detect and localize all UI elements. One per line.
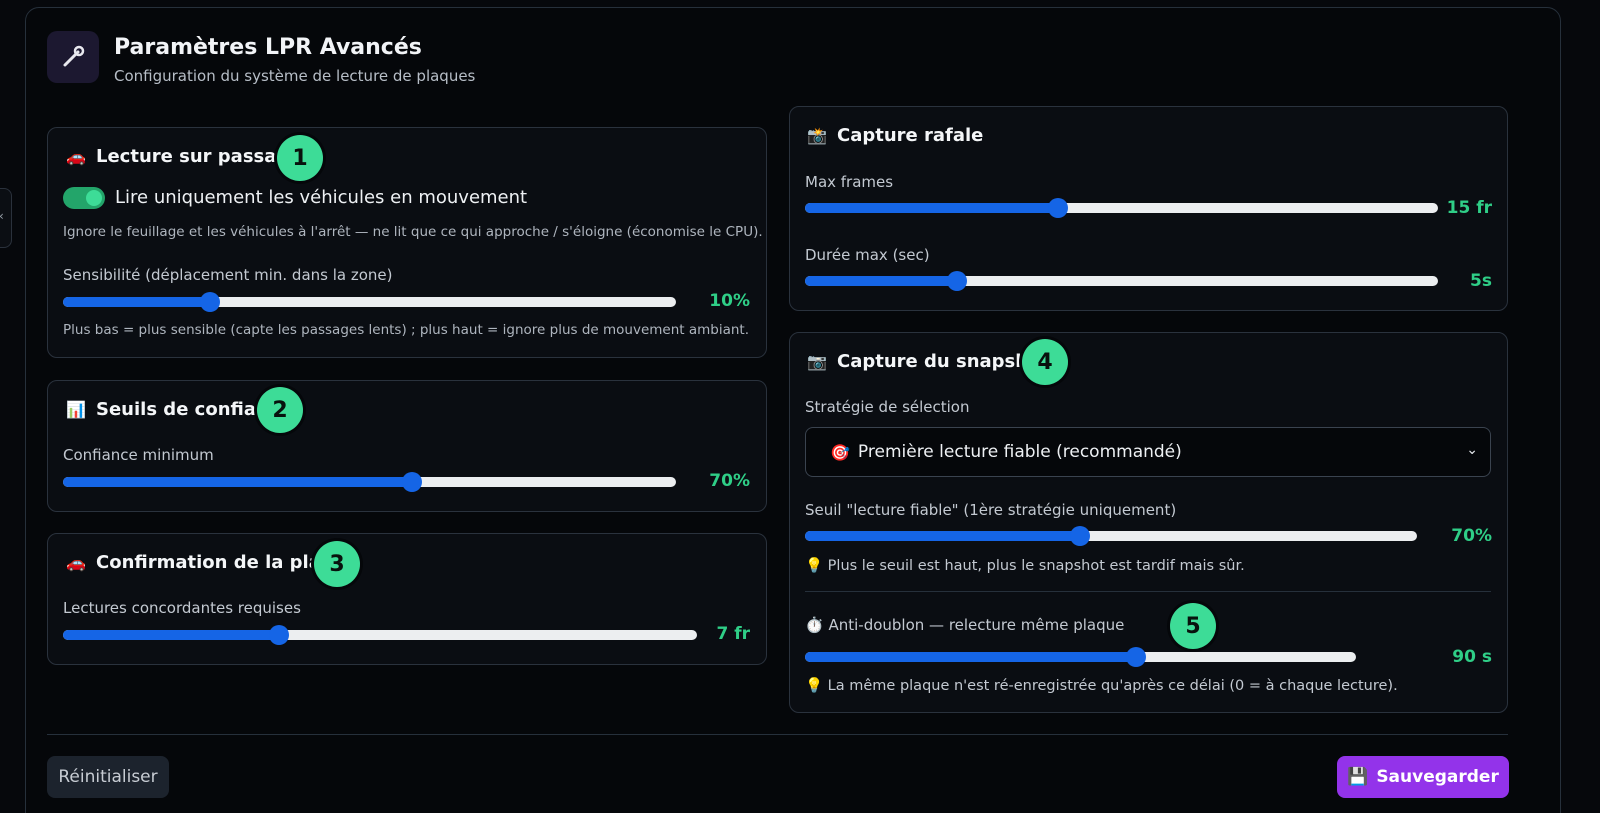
strategy-select[interactable]: 🎯 Première lecture fiable (recommandé) ⌄ — [805, 427, 1491, 477]
chevron-left-icon: ‹ — [0, 209, 4, 223]
threshold-label: Seuil "lecture fiable" (1ère stratégie u… — [805, 501, 1177, 519]
page-title: Paramètres LPR Avancés — [114, 35, 422, 60]
step-badge-2: 2 — [257, 387, 303, 433]
slider-thumb[interactable] — [200, 292, 221, 312]
burst-title: 📸 Capture rafale — [807, 125, 984, 146]
matching-reads-label: Lectures concordantes requises — [63, 599, 301, 617]
dedupe-label: ⏱️ Anti-doublon — relecture même plaque — [805, 616, 1125, 634]
max-frames-label: Max frames — [805, 173, 894, 191]
page-subtitle: Configuration du système de lecture de p… — [114, 67, 476, 85]
step-badge-3: 3 — [314, 541, 360, 587]
bar-chart-icon: 📊 — [66, 400, 86, 419]
sidebar-collapse-handle[interactable]: ‹ — [0, 188, 12, 248]
max-duration-slider[interactable] — [805, 271, 1438, 291]
save-button[interactable]: 💾 Sauvegarder — [1337, 756, 1509, 798]
step-badge-4: 4 — [1022, 339, 1068, 385]
threshold-help: 💡 Plus le seuil est haut, plus le snapsh… — [805, 558, 1245, 574]
min-confidence-label: Confiance minimum — [63, 446, 214, 464]
car-icon: 🚗 — [66, 147, 86, 166]
moving-only-label: Lire uniquement les véhicules en mouveme… — [115, 187, 528, 208]
max-frames-value: 15 fr — [1446, 198, 1492, 218]
car-icon: 🚗 — [66, 553, 86, 572]
wrench-icon — [47, 31, 99, 83]
bulb-icon: 💡 — [805, 678, 824, 694]
passage-title: 🚗 Lecture sur passage — [66, 146, 302, 167]
step-badge-5: 5 — [1170, 603, 1216, 649]
step-badge-1: 1 — [277, 135, 323, 181]
max-duration-label: Durée max (sec) — [805, 246, 930, 264]
target-icon: 🎯 — [830, 442, 850, 462]
floppy-disk-icon: 💾 — [1347, 767, 1369, 787]
moving-only-help: Ignore le feuillage et les véhicules à l… — [63, 224, 763, 240]
dedupe-slider[interactable] — [805, 647, 1356, 667]
sensitivity-help: Plus bas = plus sensible (capte les pass… — [63, 322, 750, 338]
reset-button[interactable]: Réinitialiser — [47, 756, 169, 798]
slider-thumb[interactable] — [268, 625, 289, 645]
snapshot-title: 📷 Capture du snapshot — [807, 351, 1050, 372]
dedupe-help: 💡 La même plaque n'est ré-enregistrée qu… — [805, 678, 1398, 694]
min-confidence-value: 70% — [709, 471, 750, 491]
sensitivity-label: Sensibilité (déplacement min. dans la zo… — [63, 266, 393, 284]
footer-divider — [47, 734, 1508, 735]
camera-flash-icon: 📸 — [807, 126, 827, 145]
dedupe-value: 90 s — [1452, 647, 1492, 667]
slider-thumb[interactable] — [1125, 647, 1146, 667]
threshold-slider[interactable] — [805, 526, 1417, 546]
stopwatch-icon: ⏱️ — [805, 616, 824, 634]
matching-reads-value: 7 fr — [716, 624, 750, 644]
bulb-icon: 💡 — [805, 558, 824, 574]
matching-reads-slider[interactable] — [63, 625, 697, 645]
chevron-down-icon: ⌄ — [1466, 442, 1478, 458]
camera-icon: 📷 — [807, 352, 827, 371]
sensitivity-value: 10% — [709, 291, 750, 311]
section-divider — [805, 591, 1491, 592]
max-duration-value: 5s — [1470, 271, 1492, 291]
sensitivity-slider[interactable] — [63, 292, 676, 312]
slider-thumb[interactable] — [946, 271, 967, 291]
strategy-label: Stratégie de sélection — [805, 398, 970, 416]
min-confidence-slider[interactable] — [63, 472, 676, 492]
moving-only-toggle[interactable] — [63, 187, 105, 209]
threshold-value: 70% — [1451, 526, 1492, 546]
max-frames-slider[interactable] — [805, 198, 1438, 218]
